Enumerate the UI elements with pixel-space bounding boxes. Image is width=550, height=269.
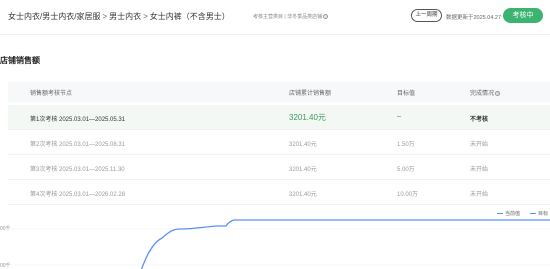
info-icon[interactable]: ? — [495, 90, 501, 96]
column-header-status-label: 完成情况 — [470, 91, 495, 97]
breadcrumb-separator: > — [143, 12, 148, 21]
column-header-node: 销售额考核节点 — [30, 91, 73, 97]
row-target: -- — [397, 114, 401, 120]
info-icon[interactable]: ? — [323, 14, 329, 20]
breadcrumb-item-category[interactable]: 女士内衣/男士内衣/家居服 — [8, 12, 100, 21]
table-row[interactable]: 第1次考核 2025.03.01—2025.05.31 3201.40元 -- … — [8, 105, 550, 130]
table-row[interactable]: 第3次考核 2025.03.01—2025.11.30 3201.40元 5.0… — [8, 155, 550, 180]
data-update-time: 数据更新于2025.04.27 — [446, 15, 502, 21]
row-status: 未开始 — [470, 192, 489, 198]
section-title: 店铺销售额 — [0, 56, 40, 65]
row-target: 1.50万 — [397, 142, 415, 148]
row-node: 第4次考核 2025.03.01—2026.02.28 — [30, 192, 126, 198]
evaluating-button[interactable]: 考核中 — [503, 8, 543, 23]
header-divider — [0, 34, 550, 35]
row-sales: 3201.40元 — [289, 113, 326, 122]
assessment-meta-text: 考核主营类目 | 非冬季品类店铺 — [253, 14, 323, 20]
row-status: 未开始 — [470, 167, 489, 173]
table-row[interactable]: 第4次考核 2025.03.01—2026.02.28 3201.40元 10.… — [8, 180, 550, 205]
column-header-status: 完成情况? — [470, 88, 501, 97]
breadcrumb-separator: > — [102, 12, 108, 21]
row-sales: 3201.40元 — [289, 142, 317, 148]
row-target: 5.00万 — [397, 167, 415, 173]
sales-trend-chart — [10, 219, 550, 269]
page-header: 女士内衣/男士内衣/家居服 > 男士内衣 > 女士内裤（不含男士） 考核主营类目 | 非… — [0, 0, 550, 34]
series-line — [140, 219, 550, 269]
row-sales: 3201.40元 — [289, 167, 317, 173]
breadcrumb: 女士内衣/男士内衣/家居服 > 男士内衣 > 女士内裤（不含男士） — [8, 11, 230, 22]
row-node: 第2次考核 2025.03.01—2025.08.31 — [30, 142, 126, 148]
row-status: 不考核 — [470, 117, 489, 123]
row-node: 第3次考核 2025.03.01—2025.11.30 — [30, 167, 125, 173]
row-sales: 3201.40元 — [289, 192, 317, 198]
column-header-target: 目标值 — [397, 91, 416, 97]
table-header: 销售额考核节点 店铺累计销售额 目标值 完成情况? — [8, 82, 550, 102]
assessment-meta: 考核主营类目 | 非冬季品类店铺? — [253, 13, 329, 20]
column-header-sales: 店铺累计销售额 — [289, 91, 332, 97]
breadcrumb-item-subcategory[interactable]: 男士内衣 — [109, 12, 141, 21]
previous-period-button[interactable]: 上一周期 — [411, 9, 442, 22]
breadcrumb-item-current: 女士内裤（不含男士） — [149, 12, 230, 21]
row-node: 第1次考核 2025.03.01—2025.05.31 — [30, 117, 126, 123]
assessment-table: 销售额考核节点 店铺累计销售额 目标值 完成情况? 第1次考核 2025.03.… — [8, 82, 550, 205]
row-target: 10.00万 — [397, 192, 419, 198]
row-status: 未开始 — [470, 142, 489, 148]
table-row[interactable]: 第2次考核 2025.03.01—2025.08.31 3201.40元 1.5… — [8, 130, 550, 155]
